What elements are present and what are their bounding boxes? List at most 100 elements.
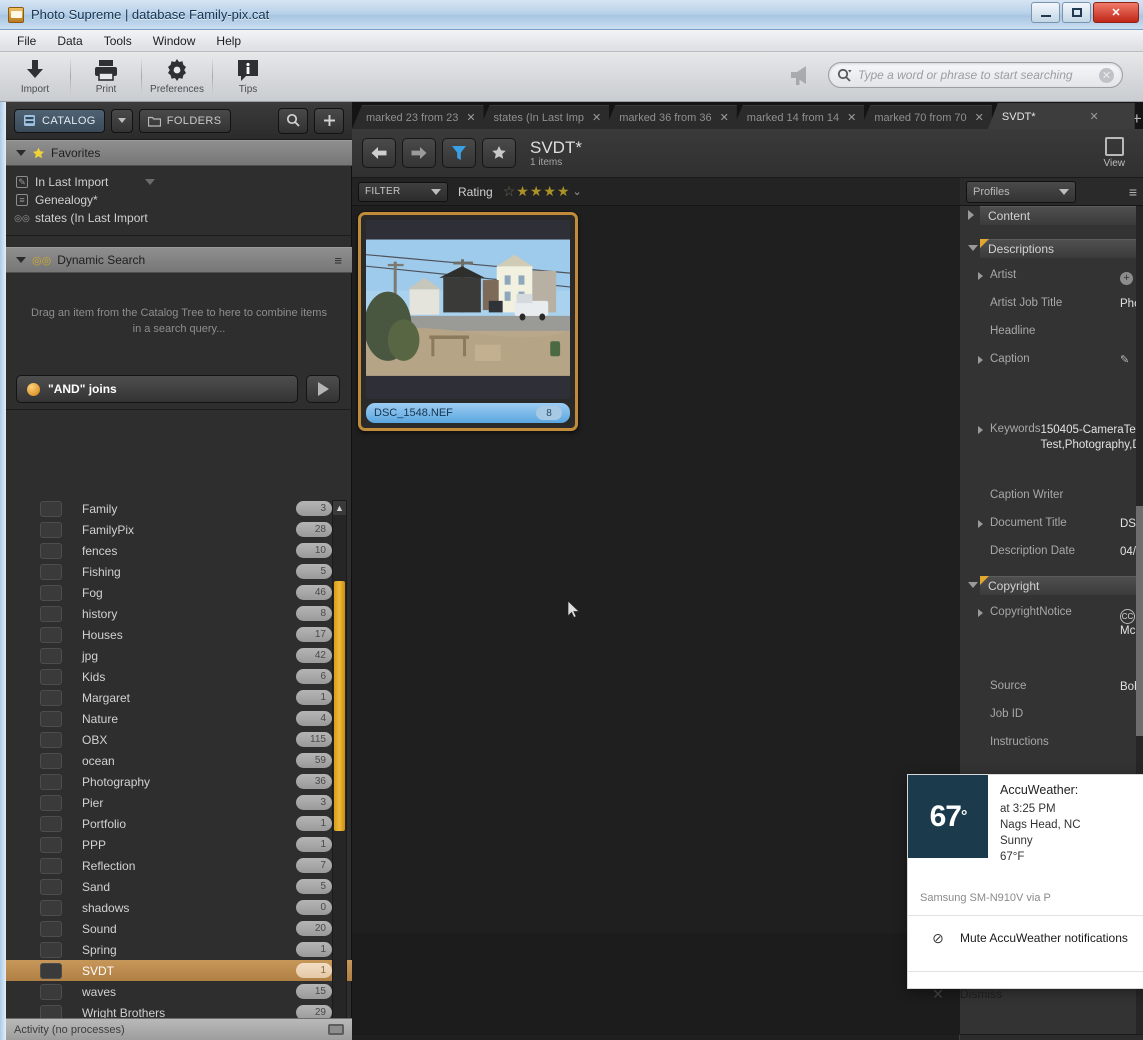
tree-item[interactable]: Photography 36 — [6, 771, 352, 792]
tree-item-checkbox[interactable] — [40, 563, 62, 580]
scroll-up-icon[interactable]: ▲ — [333, 501, 346, 515]
tree-item-checkbox[interactable] — [40, 731, 62, 748]
star-filled-icon[interactable]: ★ — [516, 183, 529, 200]
minimize-button[interactable] — [1031, 2, 1060, 23]
metadata-group-header[interactable]: Descriptions — [980, 239, 1143, 258]
close-icon[interactable]: ✕ — [847, 111, 856, 124]
tree-item-checkbox[interactable] — [40, 500, 62, 517]
tree-item[interactable]: Reflection 7 — [6, 855, 352, 876]
scrollbar-thumb[interactable] — [334, 581, 345, 831]
metadata-group-header[interactable]: Copyright — [980, 576, 1143, 595]
metadata-row[interactable]: CopyrightNoticeCCCreative Commons.BY.NC.… — [960, 601, 1143, 675]
favorite-in-last-import[interactable]: ✎ In Last Import — [16, 173, 352, 191]
close-icon[interactable]: ✕ — [1090, 110, 1099, 123]
forward-button[interactable] — [402, 138, 436, 168]
tree-item[interactable]: jpg 42 — [6, 645, 352, 666]
tree-item-checkbox[interactable] — [40, 752, 62, 769]
scrollbar-thumb[interactable] — [1136, 506, 1143, 736]
tree-item-checkbox[interactable] — [40, 605, 62, 622]
sidebar-add-button[interactable] — [314, 107, 344, 134]
menu-tools[interactable]: Tools — [95, 31, 141, 51]
tree-item-checkbox[interactable] — [40, 941, 62, 958]
chevron-down-icon[interactable]: ⌄ — [573, 185, 582, 198]
close-icon[interactable]: ✕ — [592, 111, 601, 124]
tree-item[interactable]: PPP 1 — [6, 834, 352, 855]
import-button[interactable]: Import — [0, 52, 70, 100]
search-input[interactable]: Type a word or phrase to start searching… — [828, 62, 1123, 88]
tab-marked-23[interactable]: marked 23 from 23 ✕ — [352, 105, 484, 129]
tree-item[interactable]: Fishing 5 — [6, 561, 352, 582]
tree-item[interactable]: Margaret 1 — [6, 687, 352, 708]
sidebar-tab-catalog-dropdown[interactable] — [110, 108, 133, 133]
tree-item-checkbox[interactable] — [40, 668, 62, 685]
chevron-down-icon[interactable] — [145, 179, 156, 185]
tab-marked-36[interactable]: marked 36 from 36 ✕ — [605, 105, 737, 129]
clear-icon[interactable]: ✕ — [1099, 67, 1114, 83]
tree-item-checkbox[interactable] — [40, 626, 62, 643]
apply-full-version-set-row[interactable]: Apply to full version set — [960, 1034, 1143, 1040]
star-filled-icon[interactable]: ★ — [530, 183, 543, 200]
tree-item[interactable]: Sound 20 — [6, 918, 352, 939]
metadata-row[interactable]: Artist Job TitlePhotographer , Owner — [960, 292, 1143, 320]
thumbnail-item[interactable]: DSC_1548.NEF 8 — [358, 212, 578, 431]
star-filled-icon[interactable]: ★ — [543, 183, 556, 200]
tab-marked-14[interactable]: marked 14 from 14 ✕ — [732, 105, 865, 129]
expand-triangle-icon[interactable] — [978, 356, 983, 364]
chevron-down-icon[interactable] — [968, 582, 978, 588]
tree-item[interactable]: SVDT 1 — [6, 960, 352, 981]
star-filled-icon[interactable]: ★ — [557, 183, 570, 200]
tree-item[interactable]: Family 3 — [6, 498, 352, 519]
tree-item-checkbox[interactable] — [40, 521, 62, 538]
metadata-row[interactable]: Instructions — [960, 731, 1143, 759]
tree-item[interactable]: OBX 115 — [6, 729, 352, 750]
menu-data[interactable]: Data — [48, 31, 91, 51]
close-button[interactable]: ✕ — [1093, 2, 1139, 23]
tree-item[interactable]: Pier 3 — [6, 792, 352, 813]
tab-svdt[interactable]: SVDT* ✕ — [987, 103, 1135, 129]
chevron-right-icon[interactable] — [968, 210, 974, 220]
menu-file[interactable]: File — [8, 31, 45, 51]
dynamic-search-dropzone[interactable]: Drag an item from the Catalog Tree to he… — [6, 273, 352, 369]
tree-item-checkbox[interactable] — [40, 794, 62, 811]
sidebar-tab-catalog[interactable]: CATALOG — [14, 108, 105, 133]
maximize-button[interactable] — [1062, 2, 1091, 23]
tree-item[interactable]: FamilyPix 28 — [6, 519, 352, 540]
tree-item-checkbox[interactable] — [40, 857, 62, 874]
profiles-dropdown[interactable]: Profiles — [966, 180, 1076, 203]
sidebar-search-button[interactable] — [278, 107, 308, 134]
filter-dropdown[interactable]: FILTER — [358, 181, 448, 202]
tree-item[interactable]: Nature 4 — [6, 708, 352, 729]
favorite-genealogy[interactable]: ≡ Genealogy* — [16, 191, 352, 209]
hamburger-icon[interactable]: ≡ — [1129, 184, 1137, 200]
tree-item[interactable]: Portfolio 1 — [6, 813, 352, 834]
tree-item-checkbox[interactable] — [40, 542, 62, 559]
tree-item[interactable]: Spring 1 — [6, 939, 352, 960]
expand-triangle-icon[interactable] — [978, 426, 983, 434]
tree-item-checkbox[interactable] — [40, 983, 62, 1000]
toast-dismiss-action[interactable]: ✕ Dismiss — [908, 972, 1143, 1016]
back-button[interactable] — [362, 138, 396, 168]
hamburger-icon[interactable]: ≡ — [334, 253, 342, 268]
filter-button[interactable] — [442, 138, 476, 168]
run-search-button[interactable] — [306, 375, 340, 403]
expand-triangle-icon[interactable] — [978, 609, 983, 617]
tree-item[interactable]: Kids 6 — [6, 666, 352, 687]
tree-item[interactable]: Houses 17 — [6, 624, 352, 645]
tree-item[interactable]: Sand 5 — [6, 876, 352, 897]
metadata-row[interactable]: SourceBob McSwain Photography and Digita… — [960, 675, 1143, 703]
expand-triangle-icon[interactable] — [978, 272, 983, 280]
favorites-header[interactable]: Favorites — [6, 140, 352, 166]
and-joins-button[interactable]: "AND" joins — [16, 375, 298, 403]
tree-item-checkbox[interactable] — [40, 773, 62, 790]
rating-stars[interactable]: ☆ ★ ★ ★ ★ ⌄ — [503, 183, 582, 200]
resize-grip-icon[interactable] — [328, 1024, 344, 1035]
tree-item-checkbox[interactable] — [40, 689, 62, 706]
sidebar-scrollbar[interactable]: ▲ ▼ — [332, 500, 347, 1040]
print-button[interactable]: Print — [71, 52, 141, 100]
close-icon[interactable]: ✕ — [466, 111, 475, 124]
pencil-icon[interactable]: ✎ — [1120, 354, 1129, 366]
metadata-group-header[interactable]: Content — [980, 206, 1143, 225]
tree-item[interactable]: waves 15 — [6, 981, 352, 1002]
tree-item-checkbox[interactable] — [40, 647, 62, 664]
chevron-down-icon[interactable] — [968, 245, 978, 251]
